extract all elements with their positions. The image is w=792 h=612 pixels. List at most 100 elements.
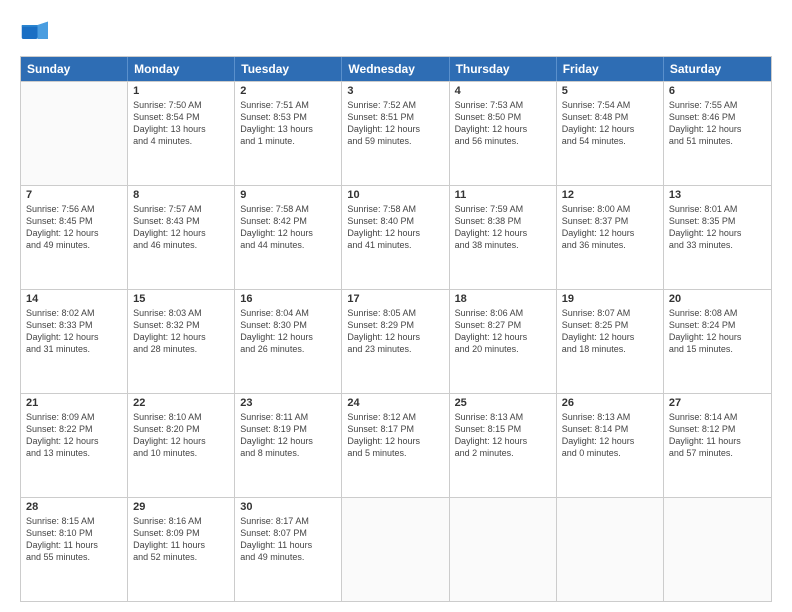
cell-line: Sunset: 8:14 PM <box>562 423 658 435</box>
cell-line: Sunrise: 7:55 AM <box>669 99 766 111</box>
cell-line: Daylight: 12 hours <box>347 123 443 135</box>
day-cell-13: 13Sunrise: 8:01 AMSunset: 8:35 PMDayligh… <box>664 186 771 289</box>
day-cell-10: 10Sunrise: 7:58 AMSunset: 8:40 PMDayligh… <box>342 186 449 289</box>
cell-line: and 2 minutes. <box>455 447 551 459</box>
day-number: 16 <box>240 293 336 305</box>
cell-line: Daylight: 12 hours <box>240 227 336 239</box>
calendar-body: 1Sunrise: 7:50 AMSunset: 8:54 PMDaylight… <box>21 81 771 601</box>
day-number: 11 <box>455 189 551 201</box>
cell-line: and 38 minutes. <box>455 239 551 251</box>
day-number: 23 <box>240 397 336 409</box>
cell-line: Daylight: 12 hours <box>455 123 551 135</box>
cell-line: Sunset: 8:17 PM <box>347 423 443 435</box>
day-number: 19 <box>562 293 658 305</box>
day-cell-16: 16Sunrise: 8:04 AMSunset: 8:30 PMDayligh… <box>235 290 342 393</box>
cell-line: Sunset: 8:15 PM <box>455 423 551 435</box>
day-cell-7: 7Sunrise: 7:56 AMSunset: 8:45 PMDaylight… <box>21 186 128 289</box>
day-cell-22: 22Sunrise: 8:10 AMSunset: 8:20 PMDayligh… <box>128 394 235 497</box>
cell-line: Daylight: 12 hours <box>562 331 658 343</box>
cell-line: Sunset: 8:42 PM <box>240 215 336 227</box>
day-number: 24 <box>347 397 443 409</box>
cell-line: and 46 minutes. <box>133 239 229 251</box>
cell-line: Sunrise: 8:13 AM <box>562 411 658 423</box>
cell-line: Daylight: 12 hours <box>669 123 766 135</box>
day-cell-24: 24Sunrise: 8:12 AMSunset: 8:17 PMDayligh… <box>342 394 449 497</box>
cell-line: and 33 minutes. <box>669 239 766 251</box>
day-number: 18 <box>455 293 551 305</box>
header-cell-saturday: Saturday <box>664 57 771 81</box>
cell-line: Sunrise: 7:58 AM <box>240 203 336 215</box>
empty-cell-r4c3 <box>342 498 449 601</box>
cell-line: Sunset: 8:19 PM <box>240 423 336 435</box>
cell-line: Sunset: 8:10 PM <box>26 527 122 539</box>
cell-line: Sunset: 8:32 PM <box>133 319 229 331</box>
cell-line: Sunset: 8:38 PM <box>455 215 551 227</box>
day-number: 20 <box>669 293 766 305</box>
day-number: 4 <box>455 85 551 97</box>
day-cell-5: 5Sunrise: 7:54 AMSunset: 8:48 PMDaylight… <box>557 82 664 185</box>
cell-line: and 4 minutes. <box>133 135 229 147</box>
cell-line: Sunrise: 8:13 AM <box>455 411 551 423</box>
cell-line: Sunset: 8:45 PM <box>26 215 122 227</box>
cell-line: Daylight: 11 hours <box>240 539 336 551</box>
day-number: 7 <box>26 189 122 201</box>
calendar-header: SundayMondayTuesdayWednesdayThursdayFrid… <box>21 57 771 81</box>
cell-line: Sunset: 8:24 PM <box>669 319 766 331</box>
cell-line: Daylight: 12 hours <box>455 331 551 343</box>
cell-line: and 8 minutes. <box>240 447 336 459</box>
cell-line: and 59 minutes. <box>347 135 443 147</box>
cell-line: Daylight: 12 hours <box>562 435 658 447</box>
cell-line: Daylight: 12 hours <box>455 435 551 447</box>
day-cell-4: 4Sunrise: 7:53 AMSunset: 8:50 PMDaylight… <box>450 82 557 185</box>
cell-line: Sunrise: 8:02 AM <box>26 307 122 319</box>
empty-cell-r4c6 <box>664 498 771 601</box>
cell-line: Sunrise: 8:03 AM <box>133 307 229 319</box>
cell-line: and 23 minutes. <box>347 343 443 355</box>
day-number: 13 <box>669 189 766 201</box>
cell-line: Sunset: 8:43 PM <box>133 215 229 227</box>
cell-line: and 18 minutes. <box>562 343 658 355</box>
cell-line: and 10 minutes. <box>133 447 229 459</box>
logo-icon <box>20 18 48 46</box>
empty-cell-r0c0 <box>21 82 128 185</box>
header-cell-tuesday: Tuesday <box>235 57 342 81</box>
day-number: 27 <box>669 397 766 409</box>
day-cell-6: 6Sunrise: 7:55 AMSunset: 8:46 PMDaylight… <box>664 82 771 185</box>
cell-line: and 20 minutes. <box>455 343 551 355</box>
header-cell-wednesday: Wednesday <box>342 57 449 81</box>
cell-line: Daylight: 13 hours <box>133 123 229 135</box>
cell-line: Sunset: 8:37 PM <box>562 215 658 227</box>
day-number: 15 <box>133 293 229 305</box>
cell-line: Sunrise: 8:14 AM <box>669 411 766 423</box>
day-cell-17: 17Sunrise: 8:05 AMSunset: 8:29 PMDayligh… <box>342 290 449 393</box>
day-cell-1: 1Sunrise: 7:50 AMSunset: 8:54 PMDaylight… <box>128 82 235 185</box>
cell-line: and 56 minutes. <box>455 135 551 147</box>
cell-line: Daylight: 12 hours <box>347 227 443 239</box>
cell-line: Sunset: 8:12 PM <box>669 423 766 435</box>
cell-line: Sunrise: 8:01 AM <box>669 203 766 215</box>
cell-line: Sunrise: 8:08 AM <box>669 307 766 319</box>
cell-line: Daylight: 12 hours <box>347 435 443 447</box>
cell-line: and 57 minutes. <box>669 447 766 459</box>
day-number: 3 <box>347 85 443 97</box>
day-cell-20: 20Sunrise: 8:08 AMSunset: 8:24 PMDayligh… <box>664 290 771 393</box>
day-cell-23: 23Sunrise: 8:11 AMSunset: 8:19 PMDayligh… <box>235 394 342 497</box>
calendar-row-5: 28Sunrise: 8:15 AMSunset: 8:10 PMDayligh… <box>21 497 771 601</box>
cell-line: and 41 minutes. <box>347 239 443 251</box>
cell-line: Sunrise: 8:07 AM <box>562 307 658 319</box>
cell-line: Sunrise: 8:00 AM <box>562 203 658 215</box>
cell-line: Sunrise: 8:05 AM <box>347 307 443 319</box>
day-cell-18: 18Sunrise: 8:06 AMSunset: 8:27 PMDayligh… <box>450 290 557 393</box>
cell-line: Daylight: 12 hours <box>133 227 229 239</box>
day-cell-14: 14Sunrise: 8:02 AMSunset: 8:33 PMDayligh… <box>21 290 128 393</box>
cell-line: Sunrise: 7:56 AM <box>26 203 122 215</box>
day-cell-27: 27Sunrise: 8:14 AMSunset: 8:12 PMDayligh… <box>664 394 771 497</box>
cell-line: Sunset: 8:25 PM <box>562 319 658 331</box>
cell-line: Sunrise: 8:16 AM <box>133 515 229 527</box>
day-number: 25 <box>455 397 551 409</box>
day-cell-2: 2Sunrise: 7:51 AMSunset: 8:53 PMDaylight… <box>235 82 342 185</box>
cell-line: Sunset: 8:33 PM <box>26 319 122 331</box>
day-number: 2 <box>240 85 336 97</box>
cell-line: Sunrise: 8:10 AM <box>133 411 229 423</box>
cell-line: Sunset: 8:35 PM <box>669 215 766 227</box>
